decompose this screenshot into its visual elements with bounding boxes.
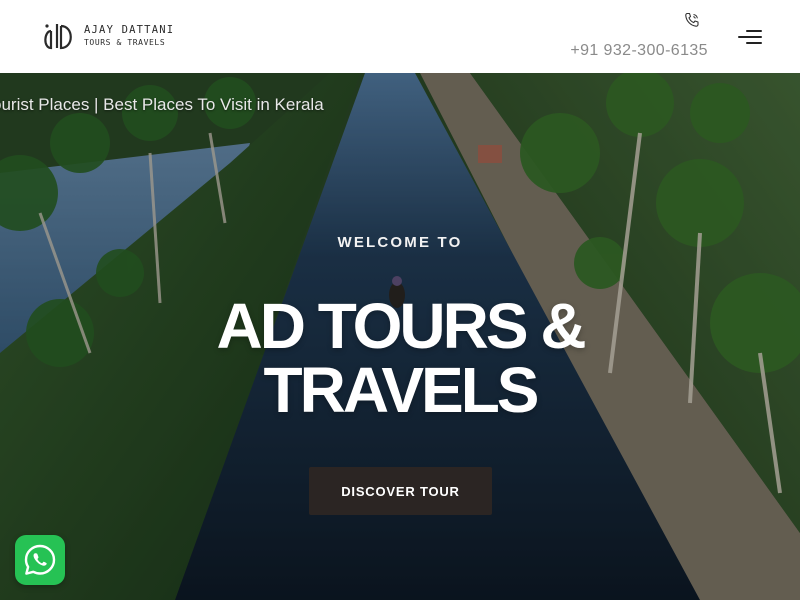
brand-name: AJAY DATTANI — [84, 23, 175, 36]
phone-number[interactable]: +91 932-300-6135 — [570, 42, 708, 60]
video-title[interactable]: ourist Places | Best Places To Visit in … — [0, 95, 324, 115]
phone-contact[interactable]: +91 932-300-6135 — [538, 12, 708, 64]
hero-section: ourist Places | Best Places To Visit in … — [0, 73, 800, 600]
hamburger-menu-icon[interactable] — [736, 28, 762, 48]
phone-icon — [685, 12, 699, 27]
site-header: AJAY DATTANI TOURS & TRAVELS +91 932-300… — [0, 0, 800, 73]
hero-title-line-1: AD TOURS & — [216, 290, 586, 362]
hero-title-line-2: TRAVELS — [263, 354, 540, 426]
brand-tagline: TOURS & TRAVELS — [84, 38, 166, 48]
hero-title: AD TOURS & TRAVELS — [0, 294, 800, 422]
whatsapp-icon — [24, 544, 56, 575]
brand-logo[interactable]: AJAY DATTANI TOURS & TRAVELS — [42, 22, 174, 50]
ad-monogram-logo-icon — [44, 24, 72, 50]
welcome-text: WELCOME TO — [337, 234, 463, 251]
discover-tour-button[interactable]: DISCOVER TOUR — [309, 467, 492, 515]
whatsapp-button[interactable] — [15, 535, 65, 585]
